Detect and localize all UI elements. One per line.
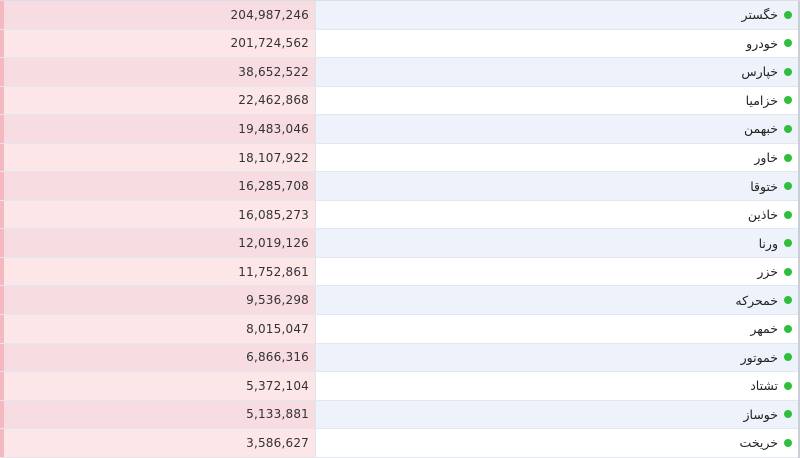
trade-value: 9,536,298: [0, 286, 316, 315]
symbol-name[interactable]: ختوقا: [750, 179, 778, 194]
trade-value: 11,752,861: [0, 257, 316, 286]
trade-value: 204,987,246: [0, 1, 316, 29]
symbol-name[interactable]: خبهمن: [744, 121, 778, 136]
table-row[interactable]: 38,652,522 خپارس: [0, 58, 800, 87]
table-row[interactable]: 5,133,881 خوساز: [0, 400, 800, 430]
symbol-cell: خزر: [316, 257, 800, 286]
symbol-name[interactable]: تشتاد: [750, 378, 778, 393]
status-dot-icon: [784, 353, 792, 362]
symbol-cell: خمحرکه: [316, 286, 800, 315]
symbol-cell: خپارس: [316, 58, 800, 86]
table-row[interactable]: 204,987,246 خگستر: [0, 1, 800, 30]
symbol-cell: خودرو: [316, 29, 800, 58]
table-row[interactable]: 201,724,562 خودرو: [0, 29, 800, 59]
symbol-cell: ختوقا: [316, 172, 800, 200]
symbol-cell: تشتاد: [316, 372, 800, 400]
symbol-name[interactable]: خپارس: [741, 64, 778, 79]
symbol-name[interactable]: خریخت: [740, 435, 778, 450]
symbol-name[interactable]: ورنا: [759, 236, 778, 251]
symbol-cell: خزامیا: [316, 86, 800, 115]
symbol-name[interactable]: خزامیا: [746, 93, 778, 108]
table-row[interactable]: 11,752,861 خزر: [0, 257, 800, 287]
status-dot-icon: [784, 39, 792, 48]
status-dot-icon: [784, 124, 792, 133]
symbol-name[interactable]: خمحرکه: [735, 293, 778, 308]
trade-value: 201,724,562: [0, 29, 316, 58]
trade-value: 22,462,868: [0, 86, 316, 115]
status-dot-icon: [784, 438, 792, 447]
status-dot-icon: [784, 381, 792, 390]
symbol-cell: خموتور: [316, 343, 800, 372]
status-dot-icon: [784, 296, 792, 305]
trade-value: 16,285,708: [0, 172, 316, 200]
status-dot-icon: [784, 182, 792, 191]
symbol-name[interactable]: خاور: [754, 150, 778, 165]
symbol-cell: خگستر: [316, 1, 800, 29]
status-dot-icon: [784, 324, 792, 333]
trade-value: 18,107,922: [0, 143, 316, 172]
status-dot-icon: [784, 153, 792, 162]
table-row[interactable]: 9,536,298 خمحرکه: [0, 286, 800, 316]
status-dot-icon: [784, 210, 792, 219]
table-row[interactable]: 19,483,046 خبهمن: [0, 115, 800, 144]
status-dot-icon: [784, 267, 792, 276]
symbol-name[interactable]: خزر: [757, 264, 778, 279]
table-row[interactable]: 6,866,316 خموتور: [0, 343, 800, 373]
symbol-cell: خمهر: [316, 315, 800, 343]
symbol-cell: خاور: [316, 143, 800, 172]
symbol-cell: ورنا: [316, 229, 800, 257]
symbol-cell: خاذین: [316, 200, 800, 229]
trade-value: 5,372,104: [0, 372, 316, 400]
trade-value: 6,866,316: [0, 343, 316, 372]
table-row[interactable]: 22,462,868 خزامیا: [0, 86, 800, 116]
status-dot-icon: [784, 67, 792, 76]
symbol-name[interactable]: خاذین: [748, 207, 778, 222]
table-row[interactable]: 5,372,104 تشتاد: [0, 372, 800, 401]
table-row[interactable]: 16,085,273 خاذین: [0, 200, 800, 230]
trade-value: 3,586,627: [0, 429, 316, 457]
symbol-name[interactable]: خودرو: [746, 36, 778, 51]
trade-value: 12,019,126: [0, 229, 316, 257]
status-dot-icon: [784, 239, 792, 248]
symbol-cell: خریخت: [316, 429, 800, 457]
symbol-cell: خبهمن: [316, 115, 800, 143]
trade-value: 16,085,273: [0, 200, 316, 229]
trade-value: 19,483,046: [0, 115, 316, 143]
symbol-name[interactable]: خمهر: [750, 321, 778, 336]
table-row[interactable]: 12,019,126 ورنا: [0, 229, 800, 258]
table-row[interactable]: 3,586,627 خریخت: [0, 429, 800, 458]
symbol-cell: خوساز: [316, 400, 800, 429]
table-row[interactable]: 16,285,708 ختوقا: [0, 172, 800, 201]
trade-value: 38,652,522: [0, 58, 316, 86]
status-dot-icon: [784, 410, 792, 419]
table-row[interactable]: 18,107,922 خاور: [0, 143, 800, 173]
trade-value: 8,015,047: [0, 315, 316, 343]
symbol-name[interactable]: خگستر: [742, 7, 778, 22]
status-dot-icon: [784, 96, 792, 105]
stock-table: 204,987,246 خگستر 201,724,562 خودرو 38,6…: [0, 0, 800, 458]
trade-value: 5,133,881: [0, 400, 316, 429]
status-dot-icon: [784, 10, 792, 19]
symbol-name[interactable]: خموتور: [741, 350, 778, 365]
table-row[interactable]: 8,015,047 خمهر: [0, 315, 800, 344]
symbol-name[interactable]: خوساز: [743, 407, 778, 422]
